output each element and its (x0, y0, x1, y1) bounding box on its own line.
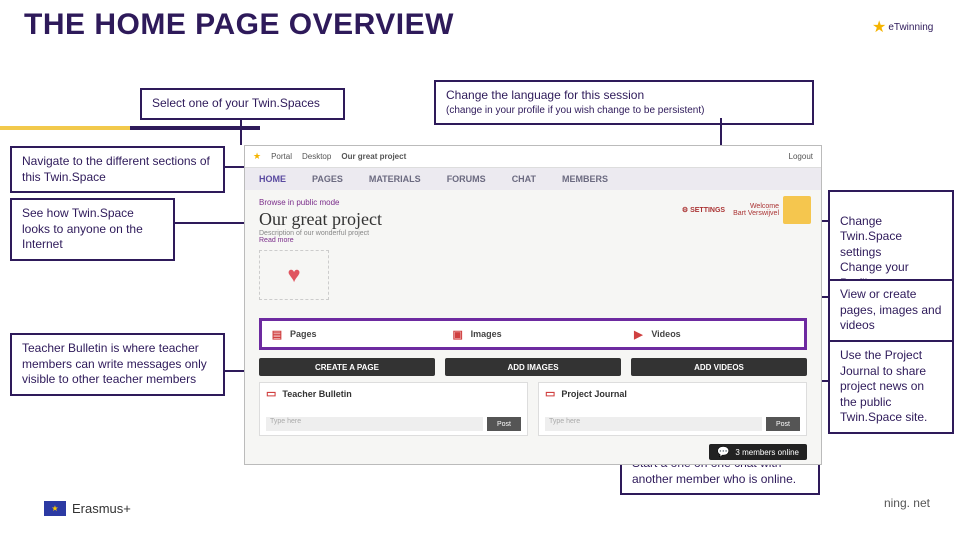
avatar[interactable] (783, 196, 811, 224)
bulletin-title: Teacher Bulletin (282, 389, 351, 399)
nav-chat[interactable]: CHAT (512, 174, 536, 184)
callout-text: Select one of your Twin.Spaces (152, 96, 320, 110)
callout-public-view: See how Twin.Space looks to anyone on th… (10, 198, 175, 261)
callout-text: Teacher Bulletin is where teacher member… (22, 341, 207, 386)
read-more-link[interactable]: Read more (259, 237, 294, 244)
callout-text: View or create pages, images and videos (840, 287, 941, 332)
bulletin-post-button[interactable]: Post (487, 417, 521, 431)
callout-text: Use the Project Journal to share project… (840, 348, 927, 424)
project-image-placeholder: ♥ (259, 250, 329, 300)
callout-bulletin: Teacher Bulletin is where teacher member… (10, 333, 225, 396)
create-row: CREATE A PAGE ADD IMAGES ADD VIDEOS (259, 358, 807, 376)
book-icon: ▭ (266, 387, 276, 400)
journal-post-button[interactable]: Post (766, 417, 800, 431)
bulletin-row: ▭ Teacher Bulletin Type here Post ▭ Projec… (259, 382, 807, 436)
page-icon: ▤ (270, 327, 284, 341)
callout-select-twinspace: Select one of your Twin.Spaces (140, 88, 345, 120)
etwinning-logo-label: eTwinning (888, 22, 933, 33)
connector (720, 118, 722, 145)
main-nav: HOME PAGES MATERIALS FORUMS CHAT MEMBERS (245, 168, 821, 190)
connector (240, 118, 242, 145)
star-icon: ★ (872, 17, 886, 37)
callout-navigate: Navigate to the different sections of th… (10, 146, 225, 193)
nav-forums[interactable]: FORUMS (447, 174, 486, 184)
twinspace-screenshot: ★ Portal Desktop Our great project Logou… (244, 145, 822, 465)
project-journal: ▭ Project Journal Type here Post (538, 382, 807, 436)
journal-input[interactable]: Type here (545, 417, 762, 431)
project-subtitle: Description of our wonderful project Rea… (259, 230, 807, 244)
erasmus-logo: ★ Erasmus+ (44, 501, 131, 516)
welcome-box: ⚙ SETTINGS Welcome Bart Verswijvel (682, 196, 811, 224)
create-page-button[interactable]: CREATE A PAGE (259, 358, 435, 376)
nav-pages[interactable]: PAGES (312, 174, 343, 184)
media-videos[interactable]: ▶Videos (623, 321, 804, 347)
members-online-label: 3 members online (735, 448, 799, 457)
callout-change-language: Change the language for this session (ch… (434, 80, 814, 125)
media-images[interactable]: ▣Images (443, 321, 624, 347)
nav-materials[interactable]: MATERIALS (369, 174, 421, 184)
callout-media: View or create pages, images and videos (828, 279, 954, 342)
settings-link[interactable]: ⚙ SETTINGS (682, 206, 725, 214)
etwinning-logo: ★ eTwinning (872, 12, 932, 42)
callout-subtext: (change in your profile if you wish chan… (446, 104, 802, 117)
members-online-button[interactable]: 3 members online (709, 444, 807, 460)
nav-home[interactable]: HOME (259, 174, 286, 184)
project-desc: Description of our wonderful project (259, 230, 369, 237)
topbar-portal[interactable]: Portal (271, 152, 292, 161)
footer-url: ning. net (884, 496, 930, 510)
connector (175, 222, 244, 224)
topbar-project[interactable]: Our great project (341, 152, 406, 161)
project-body: Browse in public mode Our great project … (245, 190, 821, 308)
add-images-button[interactable]: ADD IMAGES (445, 358, 621, 376)
callout-text: See how Twin.Space looks to anyone on th… (22, 206, 143, 251)
underline-accent (0, 126, 130, 130)
bulletin-input[interactable]: Type here (266, 417, 483, 431)
erasmus-label: Erasmus+ (72, 501, 131, 516)
add-videos-button[interactable]: ADD VIDEOS (631, 358, 807, 376)
nav-members[interactable]: MEMBERS (562, 174, 608, 184)
media-row: ▤Pages ▣Images ▶Videos (259, 318, 807, 350)
welcome-text: Welcome Bart Verswijvel (733, 203, 779, 217)
callout-text: Change the language for this session (446, 88, 802, 104)
page-title: THE HOME PAGE OVERVIEW (24, 8, 454, 42)
topbar-desktop[interactable]: Desktop (302, 152, 331, 161)
topbar: ★ Portal Desktop Our great project Logou… (245, 146, 821, 168)
connector (225, 370, 244, 372)
eu-flag-icon: ★ (44, 501, 66, 516)
connector (225, 166, 244, 168)
video-icon: ▶ (631, 327, 645, 341)
journal-icon: ▭ (545, 387, 555, 400)
image-icon: ▣ (451, 327, 465, 341)
teacher-bulletin: ▭ Teacher Bulletin Type here Post (259, 382, 528, 436)
media-pages[interactable]: ▤Pages (262, 321, 443, 347)
callout-text: Navigate to the different sections of th… (22, 154, 210, 184)
journal-title: Project Journal (561, 389, 627, 399)
callout-journal: Use the Project Journal to share project… (828, 340, 954, 434)
logout-link[interactable]: Logout (789, 152, 813, 161)
